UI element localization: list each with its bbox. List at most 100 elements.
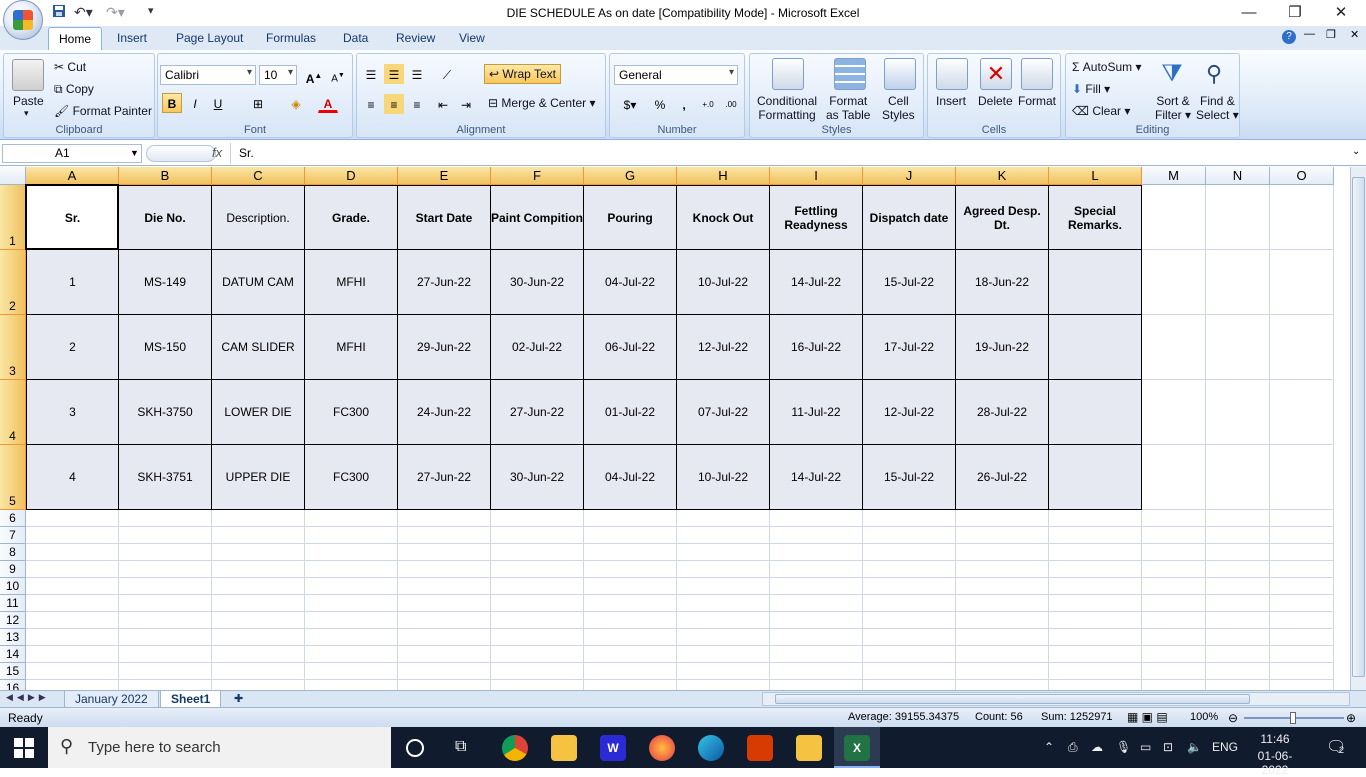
grid-cell[interactable] xyxy=(491,578,584,595)
zoom-slider-thumb[interactable] xyxy=(1290,712,1296,724)
column-header-j[interactable]: J xyxy=(863,167,956,185)
table-cell[interactable]: 1 xyxy=(26,250,119,315)
edge-icon[interactable] xyxy=(698,735,724,761)
grid-cell[interactable] xyxy=(1206,510,1270,527)
table-cell[interactable]: 15-Jul-22 xyxy=(863,250,956,315)
file-explorer-pinned-icon[interactable] xyxy=(551,735,577,761)
grid-cell[interactable] xyxy=(770,629,863,646)
grid-cell[interactable] xyxy=(491,646,584,663)
grid-cell[interactable] xyxy=(26,629,119,646)
cell-styles-button[interactable]: Cell Styles xyxy=(882,94,915,122)
grid-cell[interactable] xyxy=(1270,510,1334,527)
table-cell[interactable] xyxy=(1049,445,1142,510)
table-cell[interactable]: LOWER DIE xyxy=(212,380,305,445)
grid-cell[interactable] xyxy=(26,663,119,680)
grid-cell[interactable] xyxy=(119,510,212,527)
table-header-cell[interactable]: Grade. xyxy=(305,185,398,250)
table-cell[interactable]: 12-Jul-22 xyxy=(863,380,956,445)
underline-button[interactable]: U xyxy=(208,93,228,113)
grid-cell[interactable] xyxy=(1206,629,1270,646)
grid-cell[interactable] xyxy=(1270,629,1334,646)
grid-cell[interactable] xyxy=(584,680,677,690)
table-cell[interactable]: 28-Jul-22 xyxy=(956,380,1049,445)
grid-cell[interactable] xyxy=(1049,527,1142,544)
sheet-nav-icon[interactable]: ◀◀▶▶ xyxy=(6,692,50,703)
align-center-icon[interactable]: ≡ xyxy=(384,94,404,114)
table-header-cell[interactable]: Sr. xyxy=(26,185,119,250)
grid-cell[interactable] xyxy=(26,646,119,663)
row-header-10[interactable]: 10 xyxy=(0,578,26,595)
row-header-4[interactable]: 4 xyxy=(0,380,26,445)
grid-cell[interactable] xyxy=(398,595,491,612)
grid-cell[interactable] xyxy=(119,612,212,629)
sheet-tab-sheet1[interactable]: Sheet1 xyxy=(160,691,222,708)
restore-button[interactable]: ❐ xyxy=(1272,2,1318,24)
grid-cell[interactable] xyxy=(584,612,677,629)
table-cell[interactable]: SKH-3750 xyxy=(119,380,212,445)
grid-cell[interactable] xyxy=(212,527,305,544)
grid-cell[interactable] xyxy=(491,510,584,527)
expand-formula-icon[interactable]: ⌄ xyxy=(1352,146,1360,157)
fill-button[interactable]: ⬇ Fill ▾ xyxy=(1072,82,1110,96)
column-header-i[interactable]: I xyxy=(770,167,863,185)
table-cell[interactable]: 04-Jul-22 xyxy=(584,445,677,510)
cortana-icon[interactable] xyxy=(406,739,424,757)
grid-cell[interactable] xyxy=(770,612,863,629)
table-cell[interactable] xyxy=(1049,315,1142,380)
number-format-select[interactable]: General xyxy=(614,65,738,85)
grid-cell[interactable] xyxy=(770,527,863,544)
column-header-l[interactable]: L xyxy=(1049,167,1142,185)
grid-cell[interactable] xyxy=(26,612,119,629)
table-header-cell[interactable]: Paint Compition xyxy=(491,185,584,250)
table-cell[interactable]: 4 xyxy=(26,445,119,510)
italic-button[interactable]: I xyxy=(185,93,205,113)
decrease-decimal-button[interactable]: .00 xyxy=(721,94,741,114)
grid-cell[interactable] xyxy=(677,595,770,612)
grid-cell[interactable] xyxy=(1049,578,1142,595)
percent-button[interactable]: % xyxy=(650,94,670,114)
grid-cell[interactable] xyxy=(1049,680,1142,690)
font-color-icon[interactable]: A xyxy=(318,93,338,113)
table-cell[interactable]: 15-Jul-22 xyxy=(863,445,956,510)
grid-cell[interactable] xyxy=(770,646,863,663)
tab-view[interactable]: View xyxy=(459,31,485,45)
table-cell[interactable]: 30-Jun-22 xyxy=(491,250,584,315)
delete-cells-button[interactable]: Delete xyxy=(978,94,1013,108)
grid-cell[interactable] xyxy=(584,510,677,527)
grid-cell[interactable] xyxy=(1142,578,1206,595)
grid-cell[interactable] xyxy=(212,595,305,612)
grid-cell[interactable] xyxy=(1206,646,1270,663)
row-header-14[interactable]: 14 xyxy=(0,646,26,663)
grid-cell[interactable] xyxy=(863,544,956,561)
formula-input[interactable]: Sr. xyxy=(230,143,1350,164)
grid-cell[interactable] xyxy=(1142,680,1206,690)
grid-cell[interactable] xyxy=(1206,527,1270,544)
grid-cell[interactable] xyxy=(398,612,491,629)
grid-cell[interactable] xyxy=(1049,544,1142,561)
formula-bar-expander[interactable] xyxy=(146,145,216,162)
grid-cell[interactable] xyxy=(1270,680,1334,690)
table-cell[interactable]: 12-Jul-22 xyxy=(677,315,770,380)
grid-cell[interactable] xyxy=(1142,510,1206,527)
grid-cell[interactable] xyxy=(1142,629,1206,646)
grid-cell[interactable] xyxy=(398,629,491,646)
column-header-m[interactable]: M xyxy=(1142,167,1206,185)
taskbar-search-box[interactable]: ⚲ Type here to search xyxy=(48,727,391,768)
grid-cell[interactable] xyxy=(677,663,770,680)
grid-cell[interactable] xyxy=(119,578,212,595)
table-cell[interactable]: 19-Jun-22 xyxy=(956,315,1049,380)
table-cell[interactable]: 01-Jul-22 xyxy=(584,380,677,445)
tab-data[interactable]: Data xyxy=(343,31,368,45)
grid-cell[interactable] xyxy=(677,544,770,561)
table-cell[interactable]: FC300 xyxy=(305,445,398,510)
grid-cell[interactable] xyxy=(1206,578,1270,595)
vertical-scrollbar[interactable] xyxy=(1350,167,1366,690)
grid-cell[interactable] xyxy=(863,510,956,527)
folder-icon[interactable] xyxy=(796,735,822,761)
grid-cell[interactable] xyxy=(119,595,212,612)
clear-button[interactable]: ⌫ Clear ▾ xyxy=(1072,104,1130,118)
grid-cell[interactable] xyxy=(398,578,491,595)
show-hidden-icons[interactable]: ⌃ xyxy=(1044,740,1054,754)
grid-cell[interactable] xyxy=(1270,544,1334,561)
sheet-tab-january-2022[interactable]: January 2022 xyxy=(64,691,159,708)
